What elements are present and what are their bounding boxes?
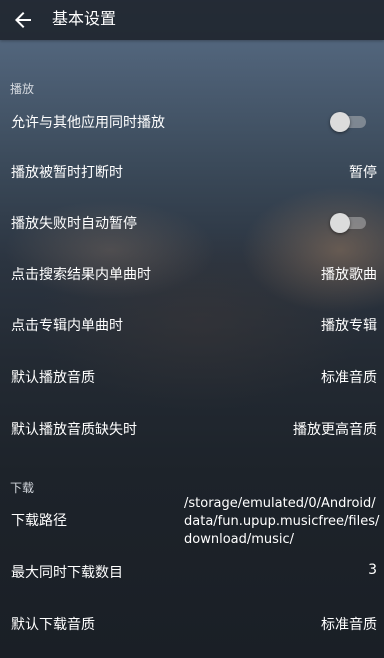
setting-value: 3	[368, 562, 377, 578]
path-line: data/fun.upup.musicfree/files/	[184, 514, 380, 529]
back-arrow-icon[interactable]	[11, 8, 35, 32]
setting-label: 点击搜索结果内单曲时	[11, 267, 151, 283]
toggle-thumb	[330, 213, 350, 233]
page-title: 基本设置	[52, 9, 117, 28]
setting-value: 播放歌曲	[321, 267, 377, 283]
auto-pause-toggle[interactable]	[330, 213, 366, 233]
setting-row-default-play-quality[interactable]: 默认播放音质 标准音质	[0, 363, 384, 393]
setting-row-search-result-click[interactable]: 点击搜索结果内单曲时 播放歌曲	[0, 260, 384, 290]
setting-row-max-concurrent[interactable]: 最大同时下载数目 3	[0, 558, 384, 588]
setting-row-quality-missing[interactable]: 默认播放音质缺失时 播放更高音质	[0, 415, 384, 445]
setting-value: 播放专辑	[321, 318, 377, 334]
setting-label: 允许与其他应用同时播放	[11, 115, 165, 131]
setting-row-album-click[interactable]: 点击专辑内单曲时 播放专辑	[0, 311, 384, 341]
setting-row-on-interrupt[interactable]: 播放被暂时打断时 暂停	[0, 158, 384, 188]
setting-row-default-download-quality[interactable]: 默认下载音质 标准音质	[0, 610, 384, 640]
setting-value: 标准音质	[321, 370, 377, 386]
setting-value: 播放更高音质	[293, 422, 377, 438]
setting-label: 下载路径	[11, 513, 67, 529]
path-line: /storage/emulated/0/Android/	[184, 496, 376, 511]
setting-label: 最大同时下载数目	[11, 565, 123, 581]
setting-label: 播放失败时自动暂停	[11, 216, 137, 232]
setting-value: 标准音质	[321, 617, 377, 633]
toggle-thumb	[330, 112, 350, 132]
setting-row-auto-pause-on-fail[interactable]: 播放失败时自动暂停	[0, 208, 384, 240]
download-path-value: /storage/emulated/0/Android/ data/fun.up…	[184, 495, 380, 549]
setting-label: 默认播放音质缺失时	[11, 422, 137, 438]
app-bar: 基本设置	[0, 0, 384, 40]
setting-label: 播放被暂时打断时	[11, 165, 123, 181]
setting-row-allow-other-apps[interactable]: 允许与其他应用同时播放	[0, 106, 384, 138]
setting-value: 暂停	[349, 165, 377, 181]
path-line: download/music/	[184, 532, 295, 547]
allow-other-apps-toggle[interactable]	[330, 112, 366, 132]
setting-label: 默认播放音质	[11, 370, 95, 386]
setting-label: 点击专辑内单曲时	[11, 318, 123, 334]
section-header-playback: 播放	[10, 82, 35, 96]
setting-label: 默认下载音质	[11, 617, 95, 633]
